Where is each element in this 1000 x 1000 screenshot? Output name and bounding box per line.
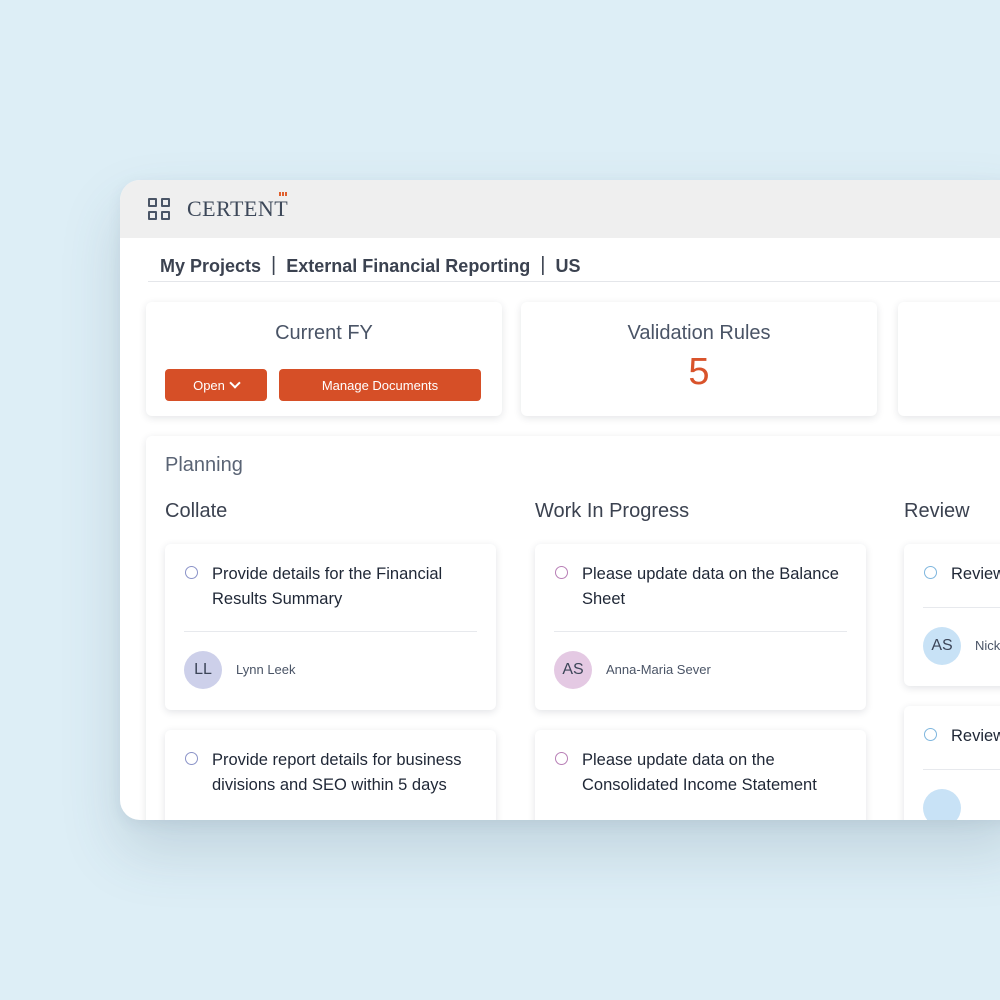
app-grid-icon[interactable] [148,198,170,220]
task-text: Please update data on the Consolidated I… [582,751,817,794]
task-card[interactable]: Provide report details for business divi… [165,730,496,820]
breadcrumb-separator: | [271,254,277,276]
top-bar: CERTENT [120,180,1000,238]
task-card[interactable]: Provide details for the Financial Result… [165,544,496,710]
task-status-circle-icon[interactable] [185,566,198,579]
chevron-down-icon [229,377,241,389]
breadcrumb-external-financial-reporting[interactable]: External Financial Reporting [286,256,530,277]
assignee-name: Lynn Leek [236,662,296,677]
divider [923,769,1000,770]
divider [923,607,1000,608]
task-card[interactable]: Please update data on the Consolidated I… [535,730,866,820]
breadcrumb-us[interactable]: US [556,256,581,277]
task-status-circle-icon[interactable] [555,752,568,765]
breadcrumb-my-projects[interactable]: My Projects [160,256,261,277]
column-title: Review [904,500,970,522]
column-collate: Collate Provide details for the Financia… [165,500,496,820]
avatar: AS [923,627,961,665]
manage-documents-button[interactable]: Manage Documents [279,369,481,401]
open-label: Open [193,377,225,393]
breadcrumb-separator: | [540,254,546,276]
divider [184,631,477,632]
divider [554,631,847,632]
avatar: AS [554,651,592,689]
column-title: Collate [165,500,228,522]
certent-logo: CERTENT [187,192,289,222]
avatar: LL [184,651,222,689]
assignee-name: Nick [975,638,1000,653]
task-status-circle-icon[interactable] [924,566,937,579]
task-status-circle-icon[interactable] [185,752,198,765]
column-review: Review Review AS Nick Review [904,500,1000,820]
validation-rules-card[interactable]: Validation Rules 5 [521,302,877,416]
task-text: Provide details for the Financial Result… [212,565,443,608]
task-text: Please update data on the Balance Sheet [582,565,839,608]
assignee-name: Anna-Maria Sever [606,662,711,677]
avatar [923,789,961,820]
app-window: CERTENT My Projects | External Financial… [120,180,1000,820]
column-title: Work In Progress [535,500,690,522]
task-card[interactable]: Review AS Nick [904,544,1000,686]
task-text: Provide report details for business divi… [212,751,462,794]
logo-accent [279,192,288,196]
column-work-in-progress: Work In Progress Please update data on t… [535,500,866,820]
breadcrumb: My Projects | External Financial Reporti… [148,238,1000,282]
open-dropdown-button[interactable]: Open [165,369,267,401]
validation-rules-title: Validation Rules [627,322,771,344]
task-card[interactable]: Please update data on the Balance Sheet … [535,544,866,710]
task-text: Review [951,727,1000,745]
validation-rules-count: 5 [688,351,710,393]
task-status-circle-icon[interactable] [555,566,568,579]
logo-text: CERTENT [187,196,289,221]
planning-board: Planning Collate Provide details for the… [146,436,1000,820]
task-text: Review [951,565,1000,583]
current-fy-title: Current FY [275,322,373,344]
task-card[interactable]: Review [904,706,1000,820]
current-fy-card: Current FY Open Manage Documents [146,302,502,416]
task-status-circle-icon[interactable] [924,728,937,741]
third-stat-card [898,302,1000,416]
planning-title: Planning [165,454,243,476]
